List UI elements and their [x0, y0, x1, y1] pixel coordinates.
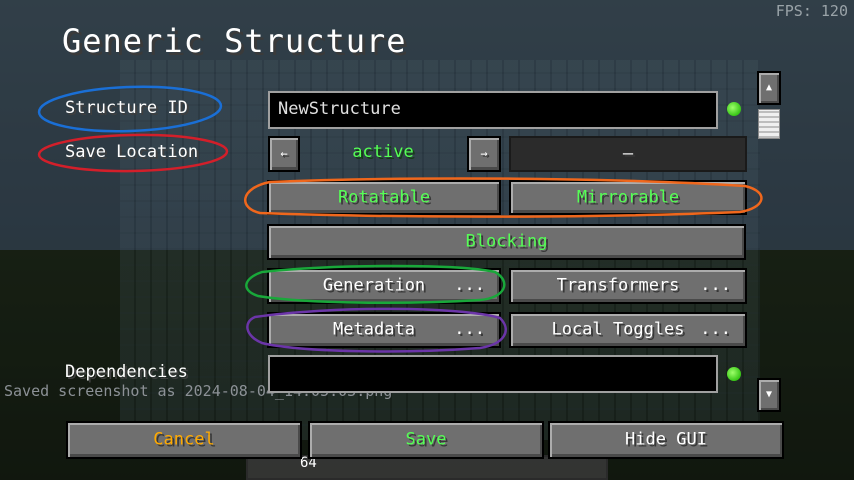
scrollbar-thumb[interactable]	[758, 109, 780, 139]
save-button[interactable]: Save	[308, 421, 544, 459]
dependencies-label: Dependencies	[65, 362, 188, 382]
arrow-right-icon: →	[480, 146, 488, 161]
save-location-value: active	[352, 142, 414, 162]
rotatable-toggle[interactable]: Rotatable	[267, 180, 501, 215]
hide-gui-button[interactable]: Hide GUI	[548, 421, 784, 459]
dependencies-status-led	[727, 367, 741, 381]
local-toggles-button[interactable]: Local Toggles ...	[509, 312, 747, 348]
save-location-next-button[interactable]: →	[467, 136, 501, 172]
arrow-left-icon: ←	[280, 146, 288, 161]
fps-counter: FPS: 120	[775, 2, 848, 20]
scroll-up-button[interactable]: ▲	[757, 71, 781, 105]
blocking-toggle[interactable]: Blocking	[267, 224, 746, 260]
save-location-extra-button[interactable]: –	[509, 136, 747, 172]
more-icon: ...	[700, 319, 731, 339]
save-location-label: Save Location	[65, 142, 199, 162]
cancel-button[interactable]: Cancel	[66, 421, 302, 459]
more-icon: ...	[454, 319, 485, 339]
arrow-up-icon: ▲	[765, 82, 773, 93]
metadata-button[interactable]: Metadata ...	[267, 312, 501, 348]
scroll-down-button[interactable]: ▼	[757, 378, 781, 412]
transformers-button[interactable]: Transformers ...	[509, 268, 747, 304]
structure-id-field[interactable]: NewStructure	[268, 91, 718, 129]
structure-id-status-led	[727, 102, 741, 116]
mirrorable-toggle[interactable]: Mirrorable	[509, 180, 747, 215]
structure-id-label: Structure ID	[65, 98, 188, 118]
arrow-down-icon: ▼	[765, 389, 773, 400]
save-location-prev-button[interactable]: ←	[268, 136, 300, 172]
generation-button[interactable]: Generation ...	[267, 268, 501, 304]
screen-title: Generic Structure	[62, 22, 407, 60]
dependencies-field[interactable]	[268, 355, 718, 393]
more-icon: ...	[454, 275, 485, 295]
more-icon: ...	[700, 275, 731, 295]
